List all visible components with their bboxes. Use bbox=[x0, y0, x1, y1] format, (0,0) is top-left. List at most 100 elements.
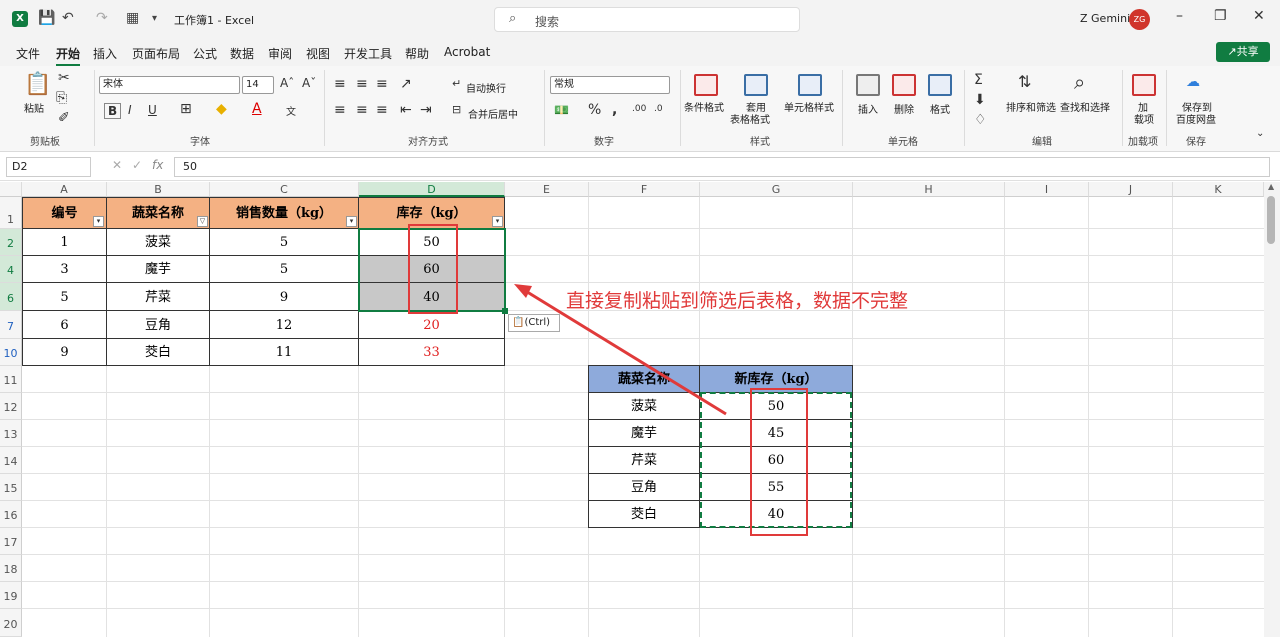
table-cell[interactable]: 5 bbox=[209, 255, 359, 283]
decrease-indent-icon[interactable]: ⇤ bbox=[400, 102, 412, 118]
scroll-up-icon[interactable]: ▲ bbox=[1268, 182, 1274, 191]
table-cell[interactable]: 魔芋 bbox=[106, 255, 210, 283]
cut-icon[interactable]: ✂ bbox=[58, 70, 70, 86]
cell-styles-icon[interactable] bbox=[798, 74, 822, 96]
row-header-14[interactable]: 14 bbox=[0, 447, 22, 474]
format-as-table-icon[interactable] bbox=[744, 74, 768, 96]
table-cell[interactable]: 茭白 bbox=[588, 500, 700, 528]
search-box[interactable]: ⌕ 搜索 bbox=[494, 7, 800, 32]
table-cell[interactable]: 菠菜 bbox=[106, 228, 210, 256]
column-header-h[interactable]: H bbox=[853, 182, 1005, 197]
insert-function-button[interactable]: fx bbox=[152, 158, 163, 172]
formula-input[interactable]: 50 bbox=[174, 157, 1270, 177]
minimize-icon[interactable]: – bbox=[1176, 8, 1183, 24]
filter-dropdown-icon[interactable]: ▾ bbox=[492, 216, 503, 227]
addins-label-2[interactable]: 载项 bbox=[1134, 111, 1154, 126]
merge-icon[interactable]: ⊟ bbox=[452, 103, 461, 116]
row-header-17[interactable]: 17 bbox=[0, 528, 22, 555]
delete-cells-icon[interactable] bbox=[892, 74, 916, 96]
table-cell[interactable]: 豆角 bbox=[106, 310, 210, 339]
row-header-6[interactable]: 6 bbox=[0, 283, 22, 311]
phonetic-icon[interactable]: 文 bbox=[286, 103, 296, 118]
row-header-13[interactable]: 13 bbox=[0, 420, 22, 447]
customize-toolbar-icon[interactable]: ▾ bbox=[152, 13, 157, 24]
scrollbar-thumb[interactable] bbox=[1267, 196, 1275, 244]
table1-header-name[interactable]: 蔬菜名称 bbox=[106, 197, 210, 229]
paste-options-button[interactable]: 📋(Ctrl) bbox=[508, 314, 560, 332]
column-header-f[interactable]: F bbox=[589, 182, 700, 197]
vertical-scrollbar[interactable]: ▲ bbox=[1264, 182, 1280, 637]
copy-icon[interactable]: ⎘ bbox=[56, 90, 67, 106]
table-cell[interactable]: 1 bbox=[22, 228, 107, 256]
user-name[interactable]: Z Gemini bbox=[1080, 12, 1130, 25]
row-header-16[interactable]: 16 bbox=[0, 501, 22, 528]
table-cell[interactable]: 11 bbox=[209, 338, 359, 366]
column-header-c[interactable]: C bbox=[210, 182, 359, 197]
insert-cells-button[interactable]: 插入 bbox=[858, 101, 878, 116]
restore-icon[interactable]: ❐ bbox=[1214, 8, 1227, 24]
autosum-icon[interactable]: Σ bbox=[974, 72, 983, 88]
column-header-a[interactable]: A bbox=[22, 182, 107, 197]
table-cell[interactable]: 魔芋 bbox=[588, 419, 700, 447]
wrap-text-icon[interactable]: ↵ bbox=[452, 77, 461, 90]
clear-icon[interactable]: ♢ bbox=[974, 112, 987, 128]
name-box[interactable]: D2 bbox=[6, 157, 91, 177]
align-right-icon[interactable]: ≡ bbox=[376, 102, 388, 118]
tab-data[interactable]: 数据 bbox=[230, 45, 254, 62]
redo-icon[interactable]: ↷ bbox=[96, 10, 108, 26]
conditional-format-icon[interactable] bbox=[694, 74, 718, 96]
save-icon[interactable]: 💾 bbox=[38, 10, 55, 26]
filter-dropdown-icon[interactable]: ▾ bbox=[346, 216, 357, 227]
paste-icon[interactable]: 📋 bbox=[24, 72, 51, 97]
tab-view[interactable]: 视图 bbox=[306, 45, 330, 62]
save-cloud-label-2[interactable]: 百度网盘 bbox=[1176, 111, 1216, 126]
table-cell[interactable]: 3 bbox=[22, 255, 107, 283]
currency-icon[interactable]: 💵 bbox=[554, 103, 569, 117]
row-header-18[interactable]: 18 bbox=[0, 555, 22, 582]
row-header-12[interactable]: 12 bbox=[0, 393, 22, 420]
italic-icon[interactable]: I bbox=[128, 103, 132, 117]
border-icon[interactable]: ⊞ bbox=[180, 101, 192, 117]
undo-icon[interactable]: ↶ bbox=[62, 10, 74, 26]
column-header-i[interactable]: I bbox=[1005, 182, 1089, 197]
table2-header-name[interactable]: 蔬菜名称 bbox=[588, 365, 700, 393]
close-icon[interactable]: ✕ bbox=[1253, 8, 1265, 24]
conditional-format-button[interactable]: 条件格式 bbox=[684, 99, 724, 114]
collapse-ribbon-icon[interactable]: ⌄ bbox=[1256, 128, 1264, 139]
delete-cells-button[interactable]: 删除 bbox=[894, 101, 914, 116]
table-cell[interactable]: 20 bbox=[358, 310, 505, 339]
table-cell[interactable]: 12 bbox=[209, 310, 359, 339]
font-size-select[interactable]: 14 bbox=[242, 76, 274, 94]
column-header-d[interactable]: D bbox=[359, 182, 505, 197]
find-select-button[interactable]: 查找和选择 bbox=[1060, 99, 1110, 114]
cell-styles-button[interactable]: 单元格样式 bbox=[784, 99, 834, 114]
worksheet-grid[interactable]: A B C D E F G H I J K 1 2 4 6 7 10 11 12… bbox=[0, 182, 1264, 637]
align-bottom-icon[interactable]: ≡ bbox=[376, 76, 388, 92]
row-header-2[interactable]: 2 bbox=[0, 229, 22, 256]
tab-page-layout[interactable]: 页面布局 bbox=[132, 45, 180, 62]
sort-filter-button[interactable]: 排序和筛选 bbox=[1006, 99, 1056, 114]
percent-icon[interactable]: % bbox=[588, 102, 601, 118]
align-center-icon[interactable]: ≡ bbox=[356, 102, 368, 118]
table-cell[interactable]: 9 bbox=[22, 338, 107, 366]
increase-font-icon[interactable]: Aˆ bbox=[280, 76, 294, 90]
row-header-4[interactable]: 4 bbox=[0, 256, 22, 283]
number-format-select[interactable]: 常规 bbox=[550, 76, 670, 94]
paste-button[interactable]: 粘贴 bbox=[24, 100, 44, 115]
bold-icon[interactable]: B bbox=[104, 103, 122, 119]
decrease-decimal-icon[interactable]: .0 bbox=[654, 104, 663, 114]
orientation-icon[interactable]: ↗ bbox=[400, 76, 412, 92]
align-middle-icon[interactable]: ≡ bbox=[356, 76, 368, 92]
row-header-11[interactable]: 11 bbox=[0, 366, 22, 393]
table-cell[interactable]: 茭白 bbox=[106, 338, 210, 366]
enter-icon[interactable]: ✓ bbox=[132, 158, 142, 172]
format-cells-icon[interactable] bbox=[928, 74, 952, 96]
format-cells-button[interactable]: 格式 bbox=[930, 101, 950, 116]
table1-header-sales[interactable]: 销售数量（kg） bbox=[209, 197, 359, 229]
table-cell[interactable]: 5 bbox=[22, 282, 107, 311]
tab-formulas[interactable]: 公式 bbox=[193, 45, 217, 62]
tab-review[interactable]: 审阅 bbox=[268, 45, 292, 62]
wrap-text-button[interactable]: 自动换行 bbox=[466, 80, 506, 95]
column-header-e[interactable]: E bbox=[505, 182, 589, 197]
tab-file[interactable]: 文件 bbox=[16, 45, 40, 62]
